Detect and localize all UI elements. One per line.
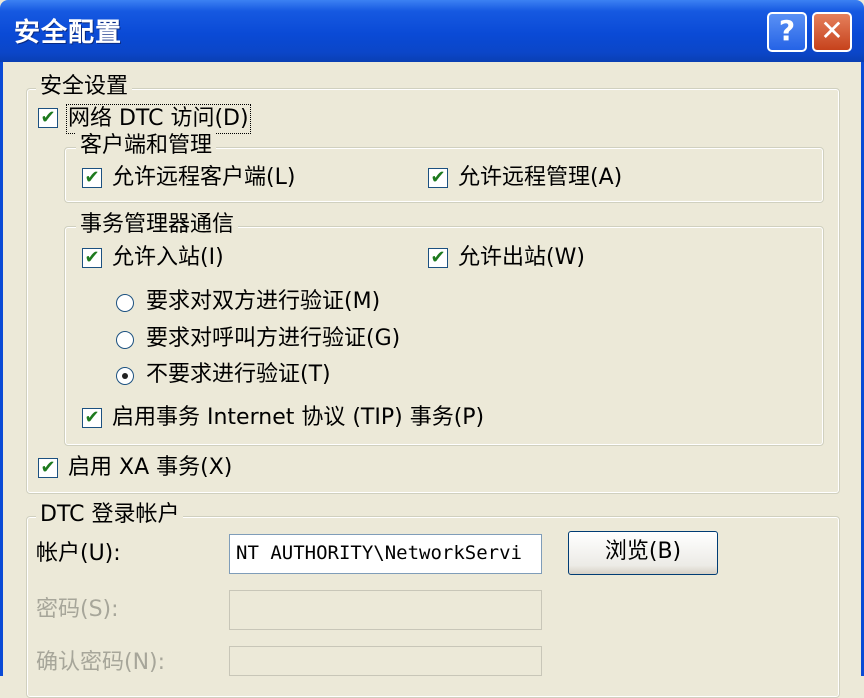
account-label: 帐户(U): xyxy=(36,541,121,566)
auth-mutual-radio[interactable] xyxy=(116,294,134,312)
allow-inbound-label[interactable]: 允许入站(I) xyxy=(112,245,224,271)
allow-outbound-label[interactable]: 允许出站(W) xyxy=(458,245,585,271)
auth-none-label[interactable]: 不要求进行验证(T) xyxy=(146,362,331,388)
auth-caller-radio[interactable] xyxy=(116,331,134,349)
security-settings-legend: 安全设置 xyxy=(36,74,133,100)
auth-none-radio[interactable] xyxy=(116,367,134,385)
client-admin-legend: 客户端和管理 xyxy=(76,133,217,159)
network-dtc-checkbox[interactable] xyxy=(38,108,58,128)
help-button[interactable]: ? xyxy=(767,12,807,52)
allow-inbound-checkbox[interactable] xyxy=(82,248,102,268)
account-input[interactable]: NT AUTHORITY\NetworkServi xyxy=(229,534,542,574)
window-title: 安全配置 xyxy=(14,18,123,48)
dtc-logon-legend: DTC 登录帐户 xyxy=(36,502,184,528)
allow-remote-clients-checkbox[interactable] xyxy=(82,168,102,188)
allow-remote-clients-label[interactable]: 允许远程客户端(L) xyxy=(112,165,295,191)
tm-communication-legend: 事务管理器通信 xyxy=(76,212,239,238)
allow-remote-admin-label[interactable]: 允许远程管理(A) xyxy=(458,165,622,191)
network-dtc-label[interactable]: 网络 DTC 访问(D) xyxy=(66,104,251,134)
confirm-password-input[interactable] xyxy=(229,646,542,676)
password-input[interactable] xyxy=(229,590,542,630)
allow-remote-admin-checkbox[interactable] xyxy=(428,168,448,188)
password-label: 密码(S): xyxy=(36,597,119,622)
confirm-password-label: 确认密码(N): xyxy=(36,650,166,675)
enable-tip-label[interactable]: 启用事务 Internet 协议 (TIP) 事务(P) xyxy=(112,405,484,431)
browse-button[interactable]: 浏览(B) xyxy=(568,531,718,575)
help-icon: ? xyxy=(778,14,796,47)
close-button[interactable]: ✕ xyxy=(812,12,852,52)
enable-tip-checkbox[interactable] xyxy=(82,408,102,428)
close-icon: ✕ xyxy=(820,14,844,47)
auth-mutual-label[interactable]: 要求对双方进行验证(M) xyxy=(146,289,380,315)
enable-xa-label[interactable]: 启用 XA 事务(X) xyxy=(68,455,232,481)
enable-xa-checkbox[interactable] xyxy=(38,458,58,478)
auth-caller-label[interactable]: 要求对呼叫方进行验证(G) xyxy=(146,326,400,352)
title-bar[interactable] xyxy=(0,0,864,62)
allow-outbound-checkbox[interactable] xyxy=(428,248,448,268)
